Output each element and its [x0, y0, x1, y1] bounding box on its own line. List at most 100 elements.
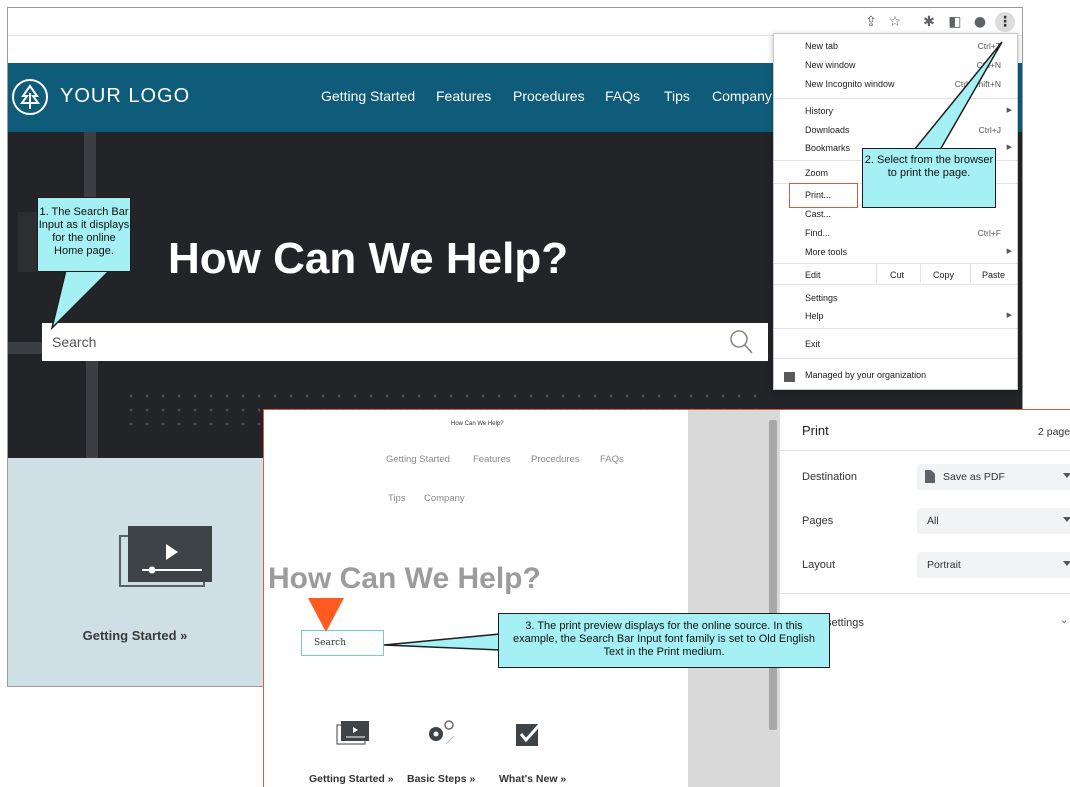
page-count: 2 pages	[1038, 426, 1070, 438]
profile-icon[interactable]: ●	[970, 12, 990, 32]
shortcut-new-incognito: Ctrl+Shift+N	[954, 79, 1001, 89]
nav-company[interactable]: Company	[712, 88, 772, 104]
menu-cut[interactable]: Cut	[890, 270, 904, 280]
preview-search-input: Search	[301, 630, 384, 656]
menu-paste[interactable]: Paste	[982, 270, 1005, 280]
search-placeholder: Search	[52, 334, 97, 350]
tile-getting-started[interactable]: Getting Started »	[8, 458, 262, 686]
shortcut-new-window: Ctrl+N	[976, 60, 1001, 70]
layout-select[interactable]: Portrait	[917, 552, 1070, 578]
menu-divider	[920, 263, 921, 283]
chevron-down-icon	[1063, 473, 1070, 478]
menu-divider	[876, 263, 877, 283]
hero-title: How Can We Help?	[168, 234, 569, 283]
kebab-menu-icon[interactable]: ⋮	[995, 12, 1015, 32]
menu-new-tab[interactable]: New tab	[805, 41, 838, 51]
menu-print[interactable]: Print...	[805, 190, 831, 200]
preview-nav-item: Features	[473, 454, 511, 465]
settings-divider	[780, 593, 1070, 594]
preview-search-text: Search	[314, 638, 346, 648]
destination-select[interactable]: Save as PDF	[917, 464, 1070, 490]
shortcut-new-tab: Ctrl+T	[977, 41, 1001, 51]
submenu-arrow-icon: ▶	[1006, 312, 1012, 319]
preview-tile-label: What's New »	[499, 773, 567, 785]
pages-select[interactable]: All	[917, 508, 1070, 534]
search-input[interactable]: Search	[42, 323, 768, 361]
preview-nav-item: Tips	[388, 493, 406, 504]
menu-downloads[interactable]: Downloads	[805, 125, 850, 135]
menu-more-tools[interactable]: More tools	[805, 247, 847, 257]
destination-value: Save as PDF	[943, 471, 1005, 483]
submenu-arrow-icon: ▶	[1006, 107, 1012, 114]
browser-toolbar: ⇪ ☆ ✱ ◧ ● ⋮	[8, 8, 1022, 36]
checkbox-icon	[516, 721, 544, 746]
search-icon[interactable]	[728, 328, 754, 356]
callout-2: 2. Select from the browser to print the …	[862, 148, 996, 208]
more-settings-toggle[interactable]: settings	[826, 617, 864, 629]
chevron-down-icon[interactable]: ⌄	[1060, 615, 1068, 626]
chrome-menu: New tab Ctrl+T New window Ctrl+N New Inc…	[773, 33, 1018, 390]
logo-text[interactable]: YOUR LOGO	[60, 85, 190, 108]
building-icon	[784, 372, 795, 382]
menu-new-window[interactable]: New window	[805, 60, 856, 70]
nav-procedures[interactable]: Procedures	[513, 88, 585, 104]
menu-edit: Edit	[805, 270, 821, 280]
menu-exit[interactable]: Exit	[805, 339, 820, 349]
pages-label: Pages	[802, 515, 834, 527]
share-icon[interactable]: ⇪	[861, 12, 881, 32]
menu-settings[interactable]: Settings	[805, 293, 838, 303]
menu-help[interactable]: Help	[805, 311, 824, 321]
hero-decor	[86, 354, 98, 458]
gears-icon	[429, 720, 455, 745]
preview-scrollbar[interactable]	[769, 420, 777, 730]
pages-value: All	[927, 515, 939, 527]
shortcut-downloads: Ctrl+J	[978, 125, 1001, 135]
preview-nav-item: Company	[424, 493, 465, 504]
menu-copy[interactable]: Copy	[933, 270, 954, 280]
menu-find[interactable]: Find...	[805, 228, 830, 238]
preview-heading: How Can We Help?	[268, 562, 541, 595]
document-icon	[925, 470, 935, 483]
chevron-down-icon	[1063, 561, 1070, 566]
side-panel-icon[interactable]: ◧	[945, 12, 965, 32]
submenu-arrow-icon: ▶	[1006, 144, 1012, 151]
menu-bookmarks[interactable]: Bookmarks	[805, 143, 850, 153]
callout-3: 3. The print preview displays for the on…	[498, 613, 830, 668]
nav-features[interactable]: Features	[436, 88, 491, 104]
layout-value: Portrait	[927, 559, 961, 571]
menu-history[interactable]: History	[805, 106, 833, 116]
submenu-arrow-icon: ▶	[1006, 248, 1012, 255]
menu-divider	[774, 263, 1017, 264]
menu-cast[interactable]: Cast...	[805, 209, 831, 219]
print-settings-panel: Print 2 pages Destination Save as PDF Pa…	[780, 410, 1070, 787]
menu-divider	[774, 358, 1017, 359]
menu-divider	[774, 328, 1017, 329]
menu-managed[interactable]: Managed by your organization	[805, 370, 926, 380]
print-preview-dialog: How Can We Help? Getting Started Feature…	[263, 409, 1070, 787]
menu-zoom[interactable]: Zoom	[805, 168, 828, 178]
preview-page-title: How Can We Help?	[451, 421, 504, 427]
print-title: Print	[802, 423, 829, 438]
callout-1: 1. The Search Bar Input as it displays f…	[37, 197, 131, 272]
nav-getting-started[interactable]: Getting Started	[321, 88, 415, 104]
preview-nav-item: FAQs	[600, 454, 624, 465]
preview-nav-item: Procedures	[531, 454, 580, 465]
tile-label[interactable]: Getting Started »	[8, 628, 262, 643]
video-icon	[336, 721, 369, 745]
menu-divider	[774, 284, 1017, 285]
destination-label: Destination	[802, 471, 858, 483]
menu-new-incognito[interactable]: New Incognito window	[805, 79, 895, 89]
menu-divider	[970, 263, 971, 283]
menu-divider	[774, 98, 1017, 99]
star-icon[interactable]: ☆	[885, 12, 905, 32]
settings-divider	[780, 450, 1070, 451]
preview-tile-label: Getting Started »	[309, 773, 394, 785]
preview-nav-item: Getting Started	[386, 454, 450, 465]
video-icon	[119, 526, 212, 587]
shortcut-find: Ctrl+F	[977, 228, 1001, 238]
preview-tile-label: Basic Steps »	[407, 773, 476, 785]
nav-tips[interactable]: Tips	[664, 88, 690, 104]
puzzle-icon[interactable]: ✱	[919, 12, 939, 32]
nav-faqs[interactable]: FAQs	[605, 88, 640, 104]
layout-label: Layout	[802, 559, 836, 571]
